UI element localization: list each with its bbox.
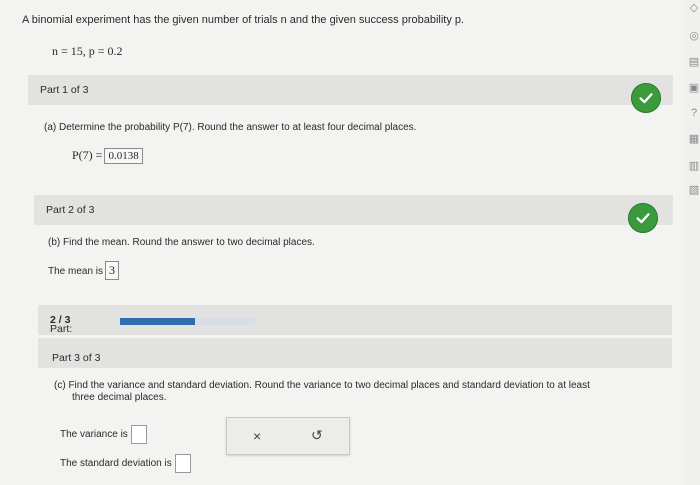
sd-label: The standard deviation is [60,458,172,470]
part1-prompt: (a) Determine the probability P(7). Roun… [44,122,417,133]
part2-answer-label: The mean is [48,266,104,277]
part2-header: Part 2 of 3 [46,204,95,216]
sd-input[interactable] [174,454,191,473]
right-tool-strip [684,0,700,485]
part3-prompt-line1: (c) Find the variance and standard devia… [54,380,590,391]
part1-answer-label: P(7) = [72,148,103,162]
progress-label: Part: [50,323,73,335]
variance-row: The variance is [60,425,147,444]
part2-header-bar: Part 2 of 3 [34,195,673,225]
variance-input[interactable] [130,425,147,444]
part2-prompt: (b) Find the mean. Round the answer to t… [48,237,315,248]
question-params: n = 15, p = 0.2 [52,44,123,58]
progress-fill [120,318,195,325]
part1-check-icon [631,83,661,113]
progress-track [120,318,255,325]
question-intro: A binomial experiment has the given numb… [22,14,465,26]
sd-row: The standard deviation is [60,454,191,473]
part1-answer-input[interactable]: 0.0138 [104,148,143,164]
chart-icon[interactable]: ▥ [688,160,700,172]
undo-button[interactable]: ↺ [311,427,323,444]
variance-label: The variance is [60,429,128,441]
part2-answer-input[interactable]: 3 [105,261,120,280]
part3-header-bar: Part 3 of 3 [38,338,672,368]
part1-header-bar: Part 1 of 3 [28,75,673,105]
help-icon[interactable]: ? [688,107,700,119]
book-icon[interactable]: ▤ [688,56,700,68]
clear-button[interactable]: × [253,428,261,444]
video-icon[interactable]: ▣ [688,82,700,94]
table-icon[interactable]: ▧ [688,184,700,196]
part1-answer-row: P(7) = 0.0138 [72,148,143,164]
answer-toolbar: × ↺ [226,417,350,455]
part3-prompt: (c) Find the variance and standard devia… [54,380,654,404]
progress-label-group: Part: 2 / 3 [50,314,72,335]
expand-icon[interactable]: ◇ [688,2,700,14]
part3-header: Part 3 of 3 [52,352,101,364]
part1-header: Part 1 of 3 [40,84,89,96]
part2-check-icon [628,203,658,233]
refresh-icon[interactable]: ◎ [688,30,700,42]
part2-answer-row: The mean is 3 [48,261,120,280]
part3-prompt-line2: three decimal places. [72,392,167,403]
calculator-icon[interactable]: ▦ [688,133,700,145]
